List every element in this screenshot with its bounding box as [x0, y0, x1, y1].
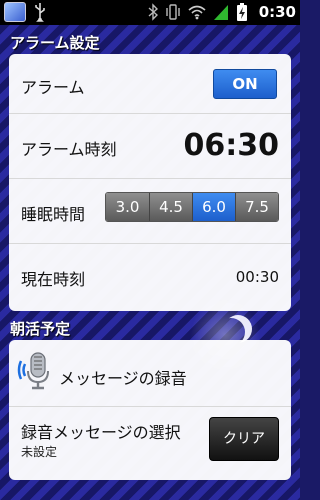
microphone-icon	[17, 352, 49, 390]
current-time-label: 現在時刻	[21, 270, 86, 289]
sleep-time-row: 睡眠時間 3.0 4.5 6.0 7.5	[9, 179, 291, 244]
alarm-settings-card: アラーム ON アラーム時刻 06:30 睡眠時間 3.0 4.5 6.0 7.…	[9, 54, 291, 311]
bluetooth-icon	[148, 3, 158, 21]
sleep-time-segmented-control: 3.0 4.5 6.0 7.5	[105, 192, 279, 222]
record-message-label: メッセージの録音	[59, 369, 187, 388]
alarm-toggle-row: アラーム ON	[9, 54, 291, 114]
sleep-time-label: 睡眠時間	[21, 205, 86, 224]
signal-icon	[213, 5, 228, 20]
morning-section-title: 朝活予定	[10, 320, 71, 338]
status-bar-left	[4, 2, 46, 22]
sleep-option-4-5[interactable]: 4.5	[149, 193, 192, 221]
alarm-section-title: アラーム設定	[10, 34, 100, 52]
status-bar: 0:30	[0, 0, 300, 25]
alarm-label: アラーム	[21, 78, 85, 97]
alarm-time-value[interactable]: 06:30	[184, 128, 280, 163]
sleep-option-6-0[interactable]: 6.0	[192, 193, 235, 221]
notification-thumbnail-icon	[4, 2, 26, 22]
alarm-time-row[interactable]: アラーム時刻 06:30	[9, 114, 291, 179]
status-bar-clock: 0:30	[258, 3, 296, 21]
sleep-option-3-0[interactable]: 3.0	[106, 193, 149, 221]
vibrate-icon	[165, 4, 180, 20]
clear-button[interactable]: クリア	[209, 417, 279, 461]
select-message-label: 録音メッセージの選択	[21, 423, 181, 442]
usb-icon	[35, 3, 45, 22]
current-time-value: 00:30	[235, 268, 279, 286]
status-bar-right: 0:30	[148, 2, 296, 22]
battery-charging-icon	[236, 3, 247, 21]
alarm-on-toggle-button[interactable]: ON	[213, 69, 277, 99]
select-message-status: 未設定	[21, 445, 58, 459]
select-message-row[interactable]: 録音メッセージの選択 未設定 クリア	[9, 407, 291, 480]
record-message-row[interactable]: メッセージの録音	[9, 340, 291, 407]
morning-plan-card: メッセージの録音 録音メッセージの選択 未設定 クリア	[9, 340, 291, 480]
wifi-icon	[188, 5, 206, 20]
sleep-option-7-5[interactable]: 7.5	[235, 193, 278, 221]
alarm-time-label: アラーム時刻	[21, 140, 117, 159]
current-time-row: 現在時刻 00:30	[9, 244, 291, 311]
